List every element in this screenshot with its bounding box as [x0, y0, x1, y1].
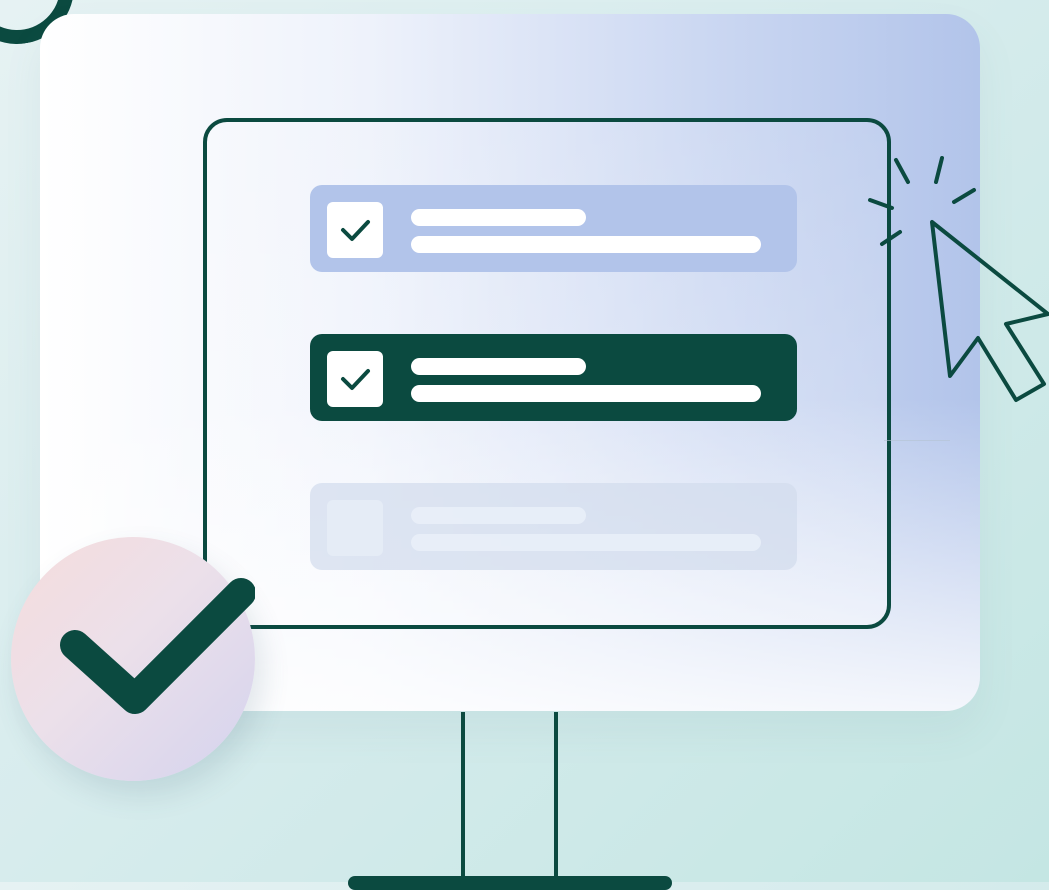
text-line-placeholder	[411, 236, 761, 253]
monitor-stand-right	[554, 712, 558, 882]
checkmark-icon	[341, 369, 370, 390]
checklist-item-2-selected[interactable]	[310, 334, 797, 421]
checkbox-checked[interactable]	[327, 202, 383, 258]
checkbox-unchecked[interactable]	[327, 500, 383, 556]
text-line-placeholder	[411, 534, 761, 551]
text-line-placeholder	[411, 385, 761, 402]
decorative-line	[884, 440, 950, 441]
monitor-screen	[203, 118, 891, 629]
checkbox-checked[interactable]	[327, 351, 383, 407]
text-line-placeholder	[411, 358, 586, 375]
monitor-stand-base	[348, 876, 672, 890]
mouse-pointer-click-icon	[858, 148, 1049, 413]
checklist-item-3-faded[interactable]	[310, 483, 797, 570]
computer-checklist-illustration	[0, 0, 1049, 890]
text-line-placeholder	[411, 209, 586, 226]
monitor-stand-left	[461, 712, 465, 882]
check-circle-icon	[11, 537, 255, 781]
text-line-placeholder	[411, 507, 586, 524]
checkmark-icon	[341, 220, 370, 241]
checklist-item-1[interactable]	[310, 185, 797, 272]
